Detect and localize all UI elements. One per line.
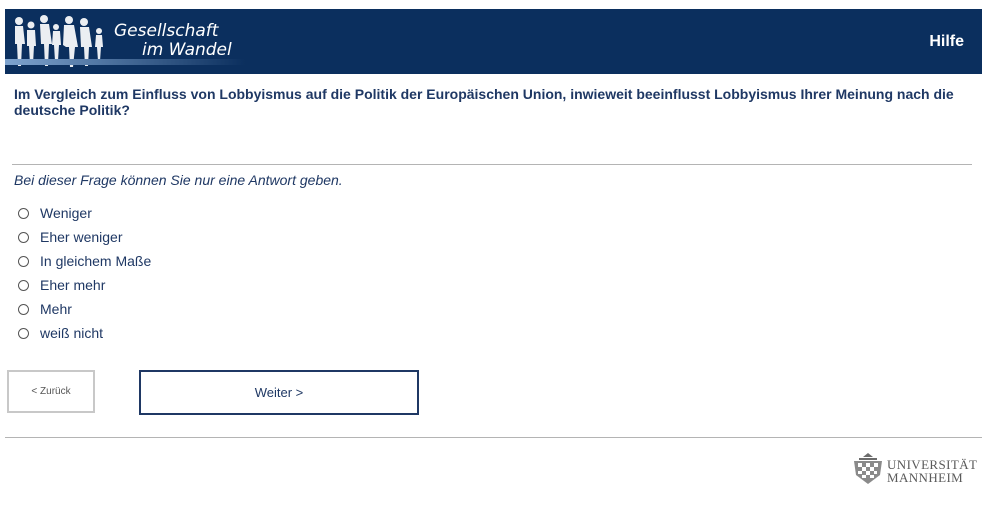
footer-divider: [5, 437, 982, 438]
university-name: UNIVERSITÄT MANNHEIM: [887, 458, 977, 484]
header-banner: Gesellschaft im Wandel Hilfe: [5, 9, 982, 74]
universitaet-mannheim-logo: UNIVERSITÄT MANNHEIM: [851, 451, 982, 489]
divider: [12, 164, 972, 165]
answer-hint: Bei dieser Frage können Sie nur eine Ant…: [14, 172, 343, 188]
question-text: Im Vergleich zum Einfluss von Lobbyismus…: [14, 86, 954, 118]
radio-button[interactable]: [18, 279, 29, 291]
logo-swoosh: [5, 59, 245, 65]
help-link[interactable]: Hilfe: [929, 33, 964, 51]
option-weiss-nicht[interactable]: weiß nicht: [18, 321, 151, 345]
option-weniger[interactable]: Weniger: [18, 201, 151, 225]
logo-title: Gesellschaft im Wandel: [114, 22, 232, 60]
radio-button[interactable]: [18, 303, 29, 315]
university-crest-icon: [854, 453, 882, 484]
option-eher-weniger[interactable]: Eher weniger: [18, 225, 151, 249]
radio-button[interactable]: [18, 207, 29, 219]
option-label[interactable]: Eher mehr: [40, 277, 105, 293]
answer-options: Weniger Eher weniger In gleichem Maße Eh…: [18, 201, 151, 345]
logo-title-line2: im Wandel: [142, 40, 232, 60]
option-label[interactable]: In gleichem Maße: [40, 253, 151, 269]
university-name-line2: MANNHEIM: [887, 470, 964, 485]
next-button[interactable]: Weiter >: [139, 370, 419, 415]
option-label[interactable]: Eher weniger: [40, 229, 123, 245]
option-label[interactable]: Weniger: [40, 205, 92, 221]
radio-button[interactable]: [18, 231, 29, 243]
logo-title-line1: Gesellschaft: [114, 21, 219, 41]
option-in-gleichem-masse[interactable]: In gleichem Maße: [18, 249, 151, 273]
option-label[interactable]: Mehr: [40, 301, 72, 317]
back-button[interactable]: < Zurück: [7, 370, 95, 413]
option-mehr[interactable]: Mehr: [18, 297, 151, 321]
option-eher-mehr[interactable]: Eher mehr: [18, 273, 151, 297]
option-label[interactable]: weiß nicht: [40, 325, 103, 341]
gesellschaft-im-wandel-logo: Gesellschaft im Wandel: [5, 9, 245, 74]
radio-button[interactable]: [18, 255, 29, 267]
radio-button[interactable]: [18, 327, 29, 339]
